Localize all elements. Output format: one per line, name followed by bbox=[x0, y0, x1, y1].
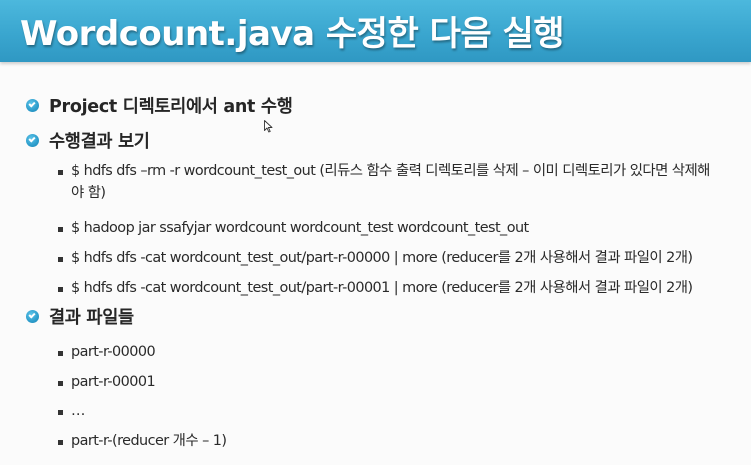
sub-item-text: part-r-00000 bbox=[71, 344, 156, 360]
square-bullet-icon bbox=[58, 227, 63, 232]
square-bullet-icon bbox=[58, 287, 63, 292]
square-bullet-icon bbox=[58, 257, 63, 262]
sub-item-hadoop-jar: $ hadoop jar ssafyjar wordcount wordcoun… bbox=[58, 220, 529, 239]
circle-check-icon bbox=[26, 309, 39, 323]
bullet-text: 결과 파일들 bbox=[49, 307, 134, 328]
sub-item-text: $ hdfs dfs -cat wordcount_test_out/part-… bbox=[71, 250, 693, 266]
sub-item-part-00001: part-r-00001 bbox=[58, 374, 156, 393]
square-bullet-icon bbox=[58, 381, 63, 386]
mouse-pointer-icon bbox=[264, 120, 273, 133]
sub-item-part-last: part-r-(reducer 개수 – 1) bbox=[58, 433, 227, 452]
slide-content: Project 디렉토리에서 ant 수행 수행결과 보기 $ hdfs dfs… bbox=[0, 62, 751, 465]
sub-item-cat-00000: $ hdfs dfs -cat wordcount_test_out/part-… bbox=[58, 250, 693, 269]
bullet-text: Project 디렉토리에서 ant 수행 bbox=[49, 96, 293, 117]
sub-item-text: $ hadoop jar ssafyjar wordcount wordcoun… bbox=[71, 220, 529, 236]
sub-item-text: … bbox=[71, 403, 85, 419]
bullet-project-ant: Project 디렉토리에서 ant 수행 bbox=[26, 92, 293, 118]
sub-item-text: $ hdfs dfs -cat wordcount_test_out/part-… bbox=[71, 280, 693, 296]
bullet-text: 수행결과 보기 bbox=[49, 131, 150, 152]
bullet-result-files: 결과 파일들 bbox=[26, 303, 134, 329]
sub-item-part-00000: part-r-00000 bbox=[58, 344, 156, 363]
bullet-view-results: 수행결과 보기 bbox=[26, 127, 150, 153]
sub-item-ellipsis: … bbox=[58, 403, 85, 422]
sub-item-text: part-r-(reducer 개수 – 1) bbox=[71, 433, 227, 449]
sub-item-text: $ hdfs dfs –rm -r wordcount_test_out (리듀… bbox=[71, 163, 710, 201]
square-bullet-icon bbox=[58, 351, 63, 356]
square-bullet-icon bbox=[58, 410, 63, 415]
sub-item-rm-command: $ hdfs dfs –rm -r wordcount_test_out (리듀… bbox=[58, 163, 721, 204]
circle-check-icon bbox=[26, 133, 39, 147]
slide-title: Wordcount.java 수정한 다음 실행 bbox=[20, 14, 565, 54]
sub-item-text: part-r-00001 bbox=[71, 374, 156, 390]
circle-check-icon bbox=[26, 98, 39, 112]
square-bullet-icon bbox=[58, 170, 63, 175]
square-bullet-icon bbox=[58, 440, 63, 445]
title-bar: Wordcount.java 수정한 다음 실행 bbox=[0, 0, 751, 62]
sub-item-cat-00001: $ hdfs dfs -cat wordcount_test_out/part-… bbox=[58, 280, 693, 299]
